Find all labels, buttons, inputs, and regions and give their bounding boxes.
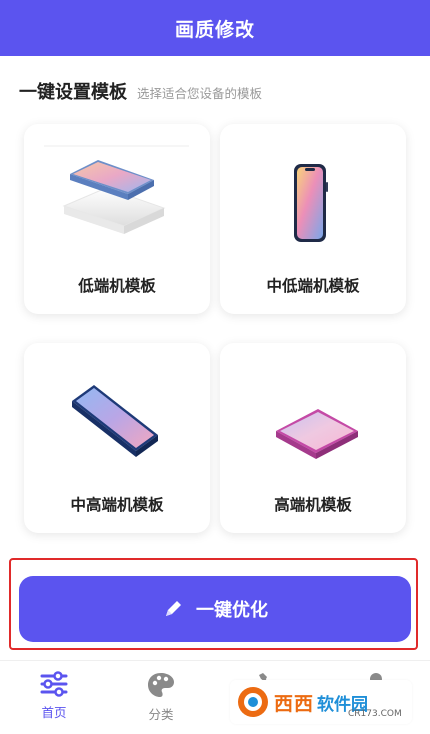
template-label: 高端机模板 [274, 496, 352, 514]
section-subtitle: 选择适合您设备的模板 [137, 86, 263, 101]
template-label: 中高端机模板 [70, 496, 164, 514]
template-card-high-end[interactable]: 高端机模板 [220, 343, 406, 533]
sliders-icon [40, 671, 68, 697]
tab-label: 首页 [41, 705, 67, 720]
phone-flat-icon [276, 409, 358, 459]
template-card-mid-high[interactable]: 中高端机模板 [24, 343, 210, 533]
template-card-low-end[interactable]: 低端机模板 [24, 124, 210, 314]
pen-icon [166, 601, 181, 616]
template-label: 低端机模板 [78, 277, 156, 295]
optimize-label: 一键优化 [196, 600, 268, 621]
phone-upright-icon [294, 164, 328, 242]
app-header: 画质修改 [0, 0, 430, 56]
tab-home[interactable]: 首页 [19, 671, 89, 729]
phone-tilted-icon [72, 385, 158, 457]
watermark-logo-icon [238, 687, 268, 717]
palette-icon [148, 673, 174, 697]
tab-category[interactable]: 分类 [126, 671, 196, 729]
section-title: 一键设置模板 [19, 82, 127, 103]
watermark: 西西 软件园 CR173.COM [230, 680, 412, 724]
optimize-button[interactable]: 一键优化 [19, 576, 411, 642]
template-card-mid-low[interactable]: 中低端机模板 [220, 124, 406, 314]
page-title: 画质修改 [174, 18, 255, 41]
watermark-url: CR173.COM [348, 709, 402, 719]
section-header: 一键设置模板 选择适合您设备的模板 [19, 78, 262, 104]
tab-label: 分类 [148, 707, 174, 722]
phone-on-stand-icon [44, 145, 189, 234]
watermark-brand: 西西 [274, 692, 315, 715]
template-label: 中低端机模板 [266, 277, 360, 295]
